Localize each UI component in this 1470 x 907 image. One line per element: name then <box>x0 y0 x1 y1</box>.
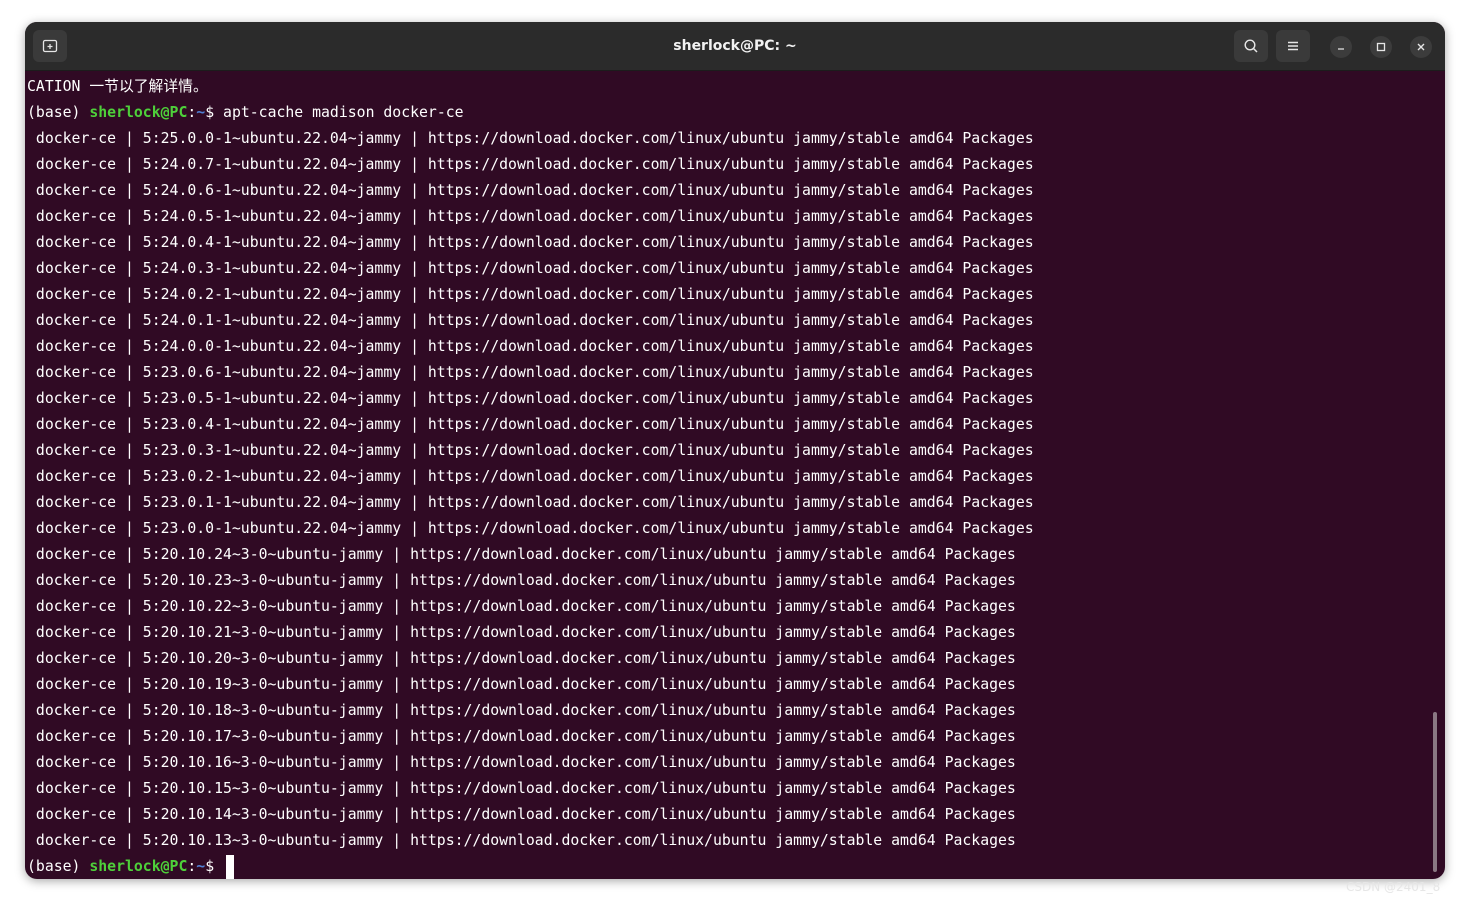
search-icon <box>1244 39 1258 53</box>
maximize-button[interactable] <box>1370 36 1392 58</box>
prompt-env: (base) <box>27 104 90 121</box>
terminal-line: CATION 一节以了解详情。 <box>27 78 208 95</box>
output-line: docker-ce | 5:24.0.0-1~ubuntu.22.04~jamm… <box>27 338 1034 355</box>
close-icon <box>1417 43 1425 51</box>
window-title: sherlock@PC: ~ <box>673 38 797 54</box>
prompt-colon: : <box>187 104 197 121</box>
prompt-symbol: $ <box>205 104 224 121</box>
output-line: docker-ce | 5:20.10.16~3-0~ubuntu-jammy … <box>27 754 1016 771</box>
output-line: docker-ce | 5:23.0.2-1~ubuntu.22.04~jamm… <box>27 468 1034 485</box>
output-line: docker-ce | 5:20.10.20~3-0~ubuntu-jammy … <box>27 650 1016 667</box>
output-line: docker-ce | 5:24.0.1-1~ubuntu.22.04~jamm… <box>27 312 1034 329</box>
output-line: docker-ce | 5:24.0.2-1~ubuntu.22.04~jamm… <box>27 286 1034 303</box>
terminal-window: sherlock@PC: ~ CATION 一节以了解详情。 (base) sh… <box>25 22 1445 879</box>
prompt-symbol: $ <box>205 858 224 875</box>
prompt-user-host: sherlock@PC <box>89 858 188 875</box>
active-prompt-line[interactable]: (base) sherlock@PC:~$ <box>27 854 1445 879</box>
output-line: docker-ce | 5:23.0.5-1~ubuntu.22.04~jamm… <box>27 390 1034 407</box>
hamburger-menu-icon <box>1288 41 1298 51</box>
prompt-path: ~ <box>196 858 206 875</box>
menu-button[interactable] <box>1276 30 1310 62</box>
output-line: docker-ce | 5:20.10.17~3-0~ubuntu-jammy … <box>27 728 1016 745</box>
terminal-output[interactable]: CATION 一节以了解详情。 (base) sherlock@PC:~$ ap… <box>25 71 1445 879</box>
output-line: docker-ce | 5:20.10.15~3-0~ubuntu-jammy … <box>27 780 1016 797</box>
output-line: docker-ce | 5:23.0.3-1~ubuntu.22.04~jamm… <box>27 442 1034 459</box>
output-line: docker-ce | 5:23.0.4-1~ubuntu.22.04~jamm… <box>27 416 1034 433</box>
watermark: CSDN @2401_8 <box>1346 880 1441 894</box>
prompt-user-host: sherlock@PC <box>89 104 188 121</box>
output-line: docker-ce | 5:23.0.0-1~ubuntu.22.04~jamm… <box>27 520 1034 537</box>
output-line: docker-ce | 5:25.0.0-1~ubuntu.22.04~jamm… <box>27 130 1034 147</box>
output-line: docker-ce | 5:23.0.1-1~ubuntu.22.04~jamm… <box>27 494 1034 511</box>
output-line: docker-ce | 5:20.10.22~3-0~ubuntu-jammy … <box>27 598 1016 615</box>
prompt-env: (base) <box>27 858 90 875</box>
command-output: docker-ce | 5:25.0.0-1~ubuntu.22.04~jamm… <box>27 126 1445 854</box>
output-line: docker-ce | 5:24.0.6-1~ubuntu.22.04~jamm… <box>27 182 1034 199</box>
output-line: docker-ce | 5:24.0.3-1~ubuntu.22.04~jamm… <box>27 260 1034 277</box>
output-line: docker-ce | 5:20.10.14~3-0~ubuntu-jammy … <box>27 806 1016 823</box>
prompt-colon: : <box>187 858 197 875</box>
minimize-button[interactable] <box>1330 36 1352 58</box>
output-line: docker-ce | 5:20.10.21~3-0~ubuntu-jammy … <box>27 624 1016 641</box>
output-line: docker-ce | 5:24.0.4-1~ubuntu.22.04~jamm… <box>27 234 1034 251</box>
command-text: apt-cache madison docker-ce <box>223 104 464 121</box>
text-cursor <box>226 855 235 879</box>
command-line: (base) sherlock@PC:~$ apt-cache madison … <box>27 100 1445 126</box>
scrollbar[interactable] <box>1433 712 1437 872</box>
maximize-icon <box>1376 42 1386 52</box>
output-line: docker-ce | 5:24.0.5-1~ubuntu.22.04~jamm… <box>27 208 1034 225</box>
prompt-path: ~ <box>196 104 206 121</box>
output-line: docker-ce | 5:23.0.6-1~ubuntu.22.04~jamm… <box>27 364 1034 381</box>
output-line: docker-ce | 5:20.10.18~3-0~ubuntu-jammy … <box>27 702 1016 719</box>
output-line: docker-ce | 5:20.10.23~3-0~ubuntu-jammy … <box>27 572 1016 589</box>
output-line: docker-ce | 5:20.10.13~3-0~ubuntu-jammy … <box>27 832 1016 849</box>
output-line: docker-ce | 5:24.0.7-1~ubuntu.22.04~jamm… <box>27 156 1034 173</box>
minimize-icon <box>1338 48 1344 50</box>
title-bar[interactable]: sherlock@PC: ~ <box>25 22 1445 71</box>
close-button[interactable] <box>1410 36 1432 58</box>
output-line: docker-ce | 5:20.10.24~3-0~ubuntu-jammy … <box>27 546 1016 563</box>
output-line: docker-ce | 5:20.10.19~3-0~ubuntu-jammy … <box>27 676 1016 693</box>
search-button[interactable] <box>1234 30 1268 62</box>
